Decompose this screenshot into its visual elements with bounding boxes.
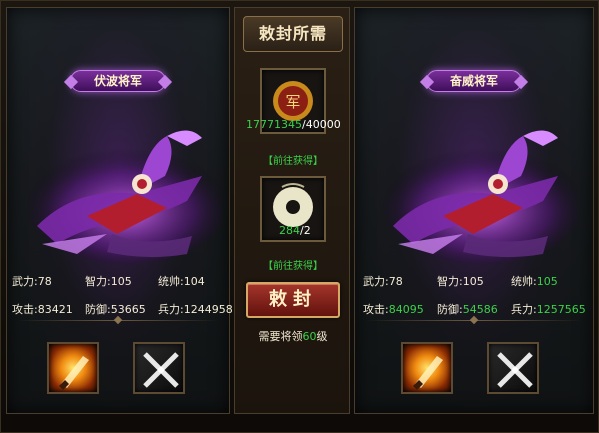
requirement-title: 敕封所需 xyxy=(258,24,327,43)
crossed-swords-skill-icon[interactable] xyxy=(133,342,185,394)
stat-wuli: 武力:78 xyxy=(363,275,403,288)
goto-get-link-2[interactable]: 【前往获得】 xyxy=(235,257,351,272)
level-requirement: 需要将领60级 xyxy=(258,330,328,343)
goto-get-link-1[interactable]: 【前往获得】 xyxy=(235,152,351,167)
stat-wuli: 武力:78 xyxy=(12,275,52,288)
target-title: 奋威将军 xyxy=(449,74,498,88)
stat-zhili: 智力:105 xyxy=(437,275,484,288)
requirement-title-plate: 敕封所需 xyxy=(243,16,343,52)
stat-tongshuai: 统帅:105 xyxy=(511,275,558,288)
seal-requirement-panel: 敕封所需 军 17771345/40000 【前往获得】 284/2 【前往获得… xyxy=(234,7,350,414)
dragon-mount-image xyxy=(27,130,222,264)
stat-fangyu: 防御:54586 xyxy=(437,303,498,316)
stat-tongshuai: 统帅:104 xyxy=(158,275,205,288)
stat-zhili: 智力:105 xyxy=(85,275,132,288)
divider xyxy=(17,315,219,325)
current-general-panel: 伏波将军 武力:78 智力:105 统帅:104 攻击:83421 防御:536… xyxy=(6,7,233,414)
stat-bingli: 兵力:1244958 xyxy=(158,303,233,316)
stat-fangyu: 防御:53665 xyxy=(85,303,146,316)
stat-bingli: 兵力:1257565 xyxy=(511,303,586,316)
jade-disc-count: 284/2 xyxy=(279,224,311,237)
target-general-panel: 奋威将军 武力:78 智力:105 统帅:105 攻击:84095 防御:545… xyxy=(354,7,594,414)
seal-button-label: 敕封 xyxy=(269,289,317,310)
seal-button[interactable]: 敕封 xyxy=(246,282,340,318)
current-title: 伏波将军 xyxy=(93,74,142,88)
svg-text:军: 军 xyxy=(285,93,300,111)
military-seal-count: 17771345/40000 xyxy=(246,118,341,131)
fire-sword-skill-icon[interactable] xyxy=(47,342,99,394)
fire-sword-skill-icon[interactable] xyxy=(401,342,453,394)
crossed-swords-skill-icon[interactable] xyxy=(487,342,539,394)
stat-gongji: 攻击:84095 xyxy=(363,303,424,316)
seal-window: 伏波将军 武力:78 智力:105 统帅:104 攻击:83421 防御:536… xyxy=(0,0,599,433)
current-title-plate: 伏波将军 xyxy=(63,70,173,92)
dragon-mount-image xyxy=(383,130,578,264)
stat-gongji: 攻击:83421 xyxy=(12,303,73,316)
target-title-plate: 奋威将军 xyxy=(419,70,529,92)
divider xyxy=(365,315,583,325)
